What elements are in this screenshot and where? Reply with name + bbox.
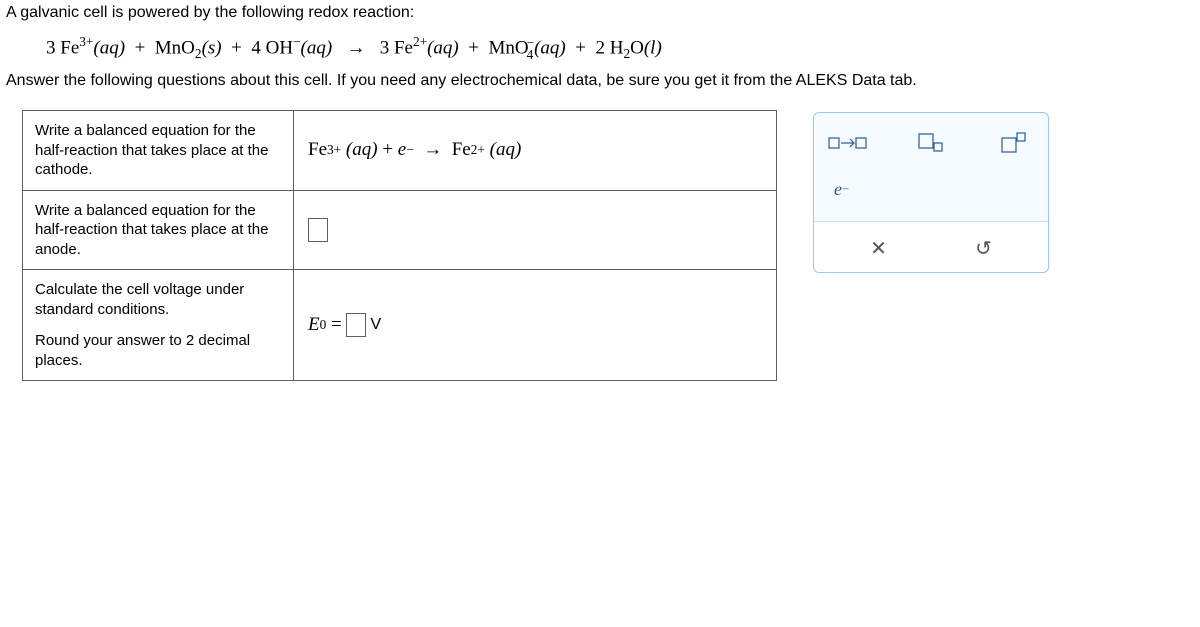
anode-answer-field[interactable] [294, 191, 776, 270]
answer-table: Write a balanced equation for the half-r… [22, 110, 777, 381]
clear-button[interactable]: ✕ [863, 234, 895, 262]
symbol-palette: e− ✕ ↺ [813, 112, 1049, 273]
empty-input-box[interactable] [308, 218, 328, 242]
question-prompt: Answer the following questions about thi… [6, 72, 1200, 90]
overall-reaction: 3 Fe3+(aq) + MnO2(s) + 4 OH−(aq) → 3 Fe2… [46, 34, 1200, 62]
anode-prompt: Write a balanced equation for the half-r… [23, 191, 294, 270]
cathode-answer-field[interactable]: Fe3+ (aq) + e− → Fe2+ (aq) [294, 111, 776, 190]
electron-symbol-icon[interactable]: e− [826, 175, 878, 203]
voltage-prompt: Calculate the cell voltage under standar… [23, 270, 294, 380]
arrow-template-icon[interactable] [826, 129, 870, 157]
undo-button[interactable]: ↺ [968, 234, 1000, 262]
problem-intro: A galvanic cell is powered by the follow… [6, 4, 1200, 22]
voltage-input-box[interactable] [346, 313, 366, 337]
voltage-answer-field[interactable]: E0 = V [294, 270, 776, 380]
subscript-template-icon[interactable] [909, 129, 953, 157]
superscript-template-icon[interactable] [992, 129, 1036, 157]
cathode-prompt: Write a balanced equation for the half-r… [23, 111, 294, 190]
